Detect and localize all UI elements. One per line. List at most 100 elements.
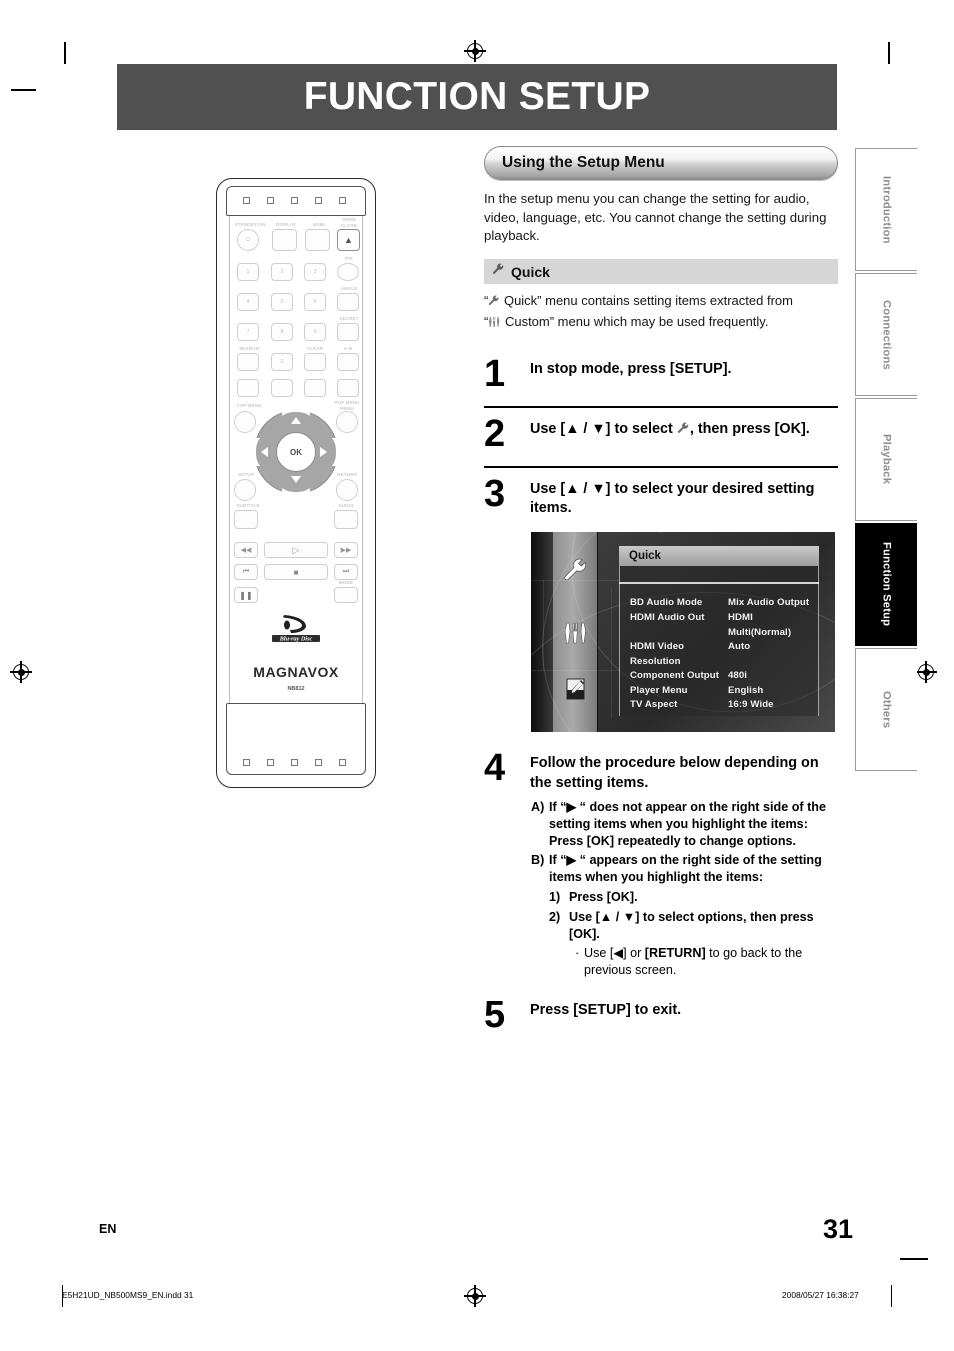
sidebar-item-function-setup[interactable]: Function Setup <box>855 523 917 646</box>
label-clear: CLEAR <box>306 346 324 351</box>
quick-subsection-bar: Quick <box>484 259 838 285</box>
next-button[interactable]: ⏭ <box>334 564 358 580</box>
remote-top-square-3 <box>291 197 298 204</box>
remote-top-square-5 <box>339 197 346 204</box>
right-arrow-icon-a: ▶ <box>566 799 577 814</box>
play-button[interactable]: ▷ <box>264 542 328 558</box>
open-close-button[interactable]: ▲ <box>337 229 360 251</box>
return-button[interactable] <box>336 479 358 501</box>
label-audio: AUDIO <box>338 503 354 508</box>
setup-button[interactable] <box>234 479 256 501</box>
key-7-button[interactable]: 7 <box>237 323 259 341</box>
label-display: DISPLAY <box>275 222 297 227</box>
tab-label: Others <box>880 690 893 729</box>
document-pencil-icon-osd[interactable] <box>557 672 595 706</box>
procedure-a-text: If “▶ “ does not appear on the right sid… <box>549 799 836 833</box>
subtitle-button[interactable] <box>234 510 258 529</box>
osd-row-value: English <box>728 684 764 696</box>
procedure-b2-text: Use [▲ / ▼] to select options, then pres… <box>569 909 814 941</box>
navigation-dpad[interactable]: OK <box>254 410 338 494</box>
key-3-button[interactable]: 3 <box>304 263 326 281</box>
key-1-button[interactable]: 1 <box>237 263 259 281</box>
osd-icon-column <box>555 532 597 732</box>
top-menu-button[interactable] <box>234 411 256 433</box>
label-return: RETURN <box>337 472 357 477</box>
function-button-3[interactable] <box>304 379 326 397</box>
mode-button[interactable] <box>334 587 358 603</box>
page-number: 31 <box>823 1214 854 1244</box>
registration-mark-top <box>464 40 486 62</box>
function-button-4[interactable] <box>337 379 359 397</box>
key-9-button[interactable]: 9 <box>304 323 326 341</box>
key-5-button[interactable]: 5 <box>271 293 293 311</box>
tab-label: Introduction <box>880 175 893 244</box>
stop-button[interactable]: ■ <box>264 564 328 580</box>
footer-timestamp: 2008/05/27 16:38:27 <box>782 1290 859 1300</box>
rewind-button[interactable]: ◀◀ <box>234 542 258 558</box>
osd-row[interactable]: TV Aspect 16:9 Wide <box>630 698 816 713</box>
audio-button[interactable] <box>334 510 358 529</box>
key-2-button[interactable]: 2 <box>271 263 293 281</box>
label-setup: SETUP <box>238 472 254 477</box>
osd-row-value: Mix Audio Output <box>728 597 810 609</box>
key-6-button[interactable]: 6 <box>304 293 326 311</box>
crop-mark-top-left-v <box>64 42 66 64</box>
osd-row[interactable]: BD Audio Mode Mix Audio Output <box>630 596 816 611</box>
search-button[interactable] <box>237 353 259 371</box>
procedure-b-quote: If “ <box>549 852 567 867</box>
ok-button[interactable]: OK <box>276 432 316 472</box>
osd-row[interactable]: HDMI Video Resolution Auto <box>630 640 816 669</box>
step-5-number: 5 <box>484 993 505 1036</box>
previous-button[interactable]: ⏮ <box>234 564 258 580</box>
angle-button[interactable] <box>337 293 359 311</box>
label-hdmi: HDMI <box>312 222 326 227</box>
function-button-2[interactable] <box>271 379 293 397</box>
step-5-text: Press [SETUP] to exit. <box>530 1001 682 1018</box>
function-button-1[interactable] <box>237 379 259 397</box>
section-heading-bar: Using the Setup Menu <box>484 146 838 180</box>
procedure-steps: 1 In stop mode, press [SETUP]. 2 Use [▲ … <box>484 350 838 1047</box>
standby-on-button[interactable]: ⏻ <box>237 229 259 251</box>
wrench-icon-osd[interactable] <box>557 554 595 588</box>
osd-row[interactable]: Component Output 480i <box>630 669 816 684</box>
label-search: SEARCH <box>239 346 259 351</box>
label-mode: MODE <box>338 580 354 585</box>
procedure-a2-text: Press [OK] repeatedly to change options. <box>549 833 797 848</box>
language-mark: EN <box>99 1222 117 1236</box>
procedure-bullet-marker: · <box>575 945 580 960</box>
fast-forward-button[interactable]: ▶▶ <box>334 542 358 558</box>
crop-mark-top-left-h <box>11 89 36 91</box>
secret-button[interactable] <box>337 323 359 341</box>
osd-row[interactable]: HDMI Audio Out HDMI Multi(Normal) <box>630 611 816 640</box>
tools-icon-osd[interactable] <box>557 616 595 650</box>
clear-button[interactable] <box>304 353 326 371</box>
page-title: FUNCTION SETUP <box>303 75 651 118</box>
label-subtitle: SUBTITLE <box>236 503 260 508</box>
label-standby-on: STANDBY-ON <box>234 222 266 227</box>
osd-row-key: BD Audio Mode <box>630 597 703 609</box>
pause-button[interactable]: ❚❚ <box>234 587 258 603</box>
key-0-button[interactable]: 0 <box>271 353 293 371</box>
hdmi-button[interactable] <box>305 229 330 251</box>
step-2-text-part-a: Use [▲ / ▼] to select <box>530 420 677 437</box>
sidebar-item-others[interactable]: Others <box>855 648 917 771</box>
sidebar-item-playback[interactable]: Playback <box>855 398 917 521</box>
pip-button[interactable] <box>337 263 359 281</box>
remote-control-illustration: STANDBY-ON DISPLAY HDMI OPEN CLOSE ⏻ ▲ P… <box>216 178 376 788</box>
sidebar-item-introduction[interactable]: Introduction <box>855 148 917 271</box>
osd-row[interactable]: Player Menu English <box>630 684 816 699</box>
key-8-button[interactable]: 8 <box>271 323 293 341</box>
remote-top-square-4 <box>315 197 322 204</box>
remote-model-label: NB812 <box>287 686 305 692</box>
key-4-button[interactable]: 4 <box>237 293 259 311</box>
step-3: 3 Use [▲ / ▼] to select your desired set… <box>484 466 838 532</box>
a-b-button[interactable] <box>337 353 359 371</box>
display-button[interactable] <box>272 229 297 251</box>
remote-brand-label: MAGNAVOX <box>253 664 339 680</box>
label-close: CLOSE <box>340 223 358 228</box>
sidebar-item-connections[interactable]: Connections <box>855 273 917 396</box>
procedure-a-quote: If “ <box>549 799 567 814</box>
procedure-item-b1: 1) Press [OK]. <box>549 889 836 906</box>
osd-active-tab[interactable]: Quick <box>619 546 819 567</box>
pop-menu-button[interactable] <box>336 411 358 433</box>
